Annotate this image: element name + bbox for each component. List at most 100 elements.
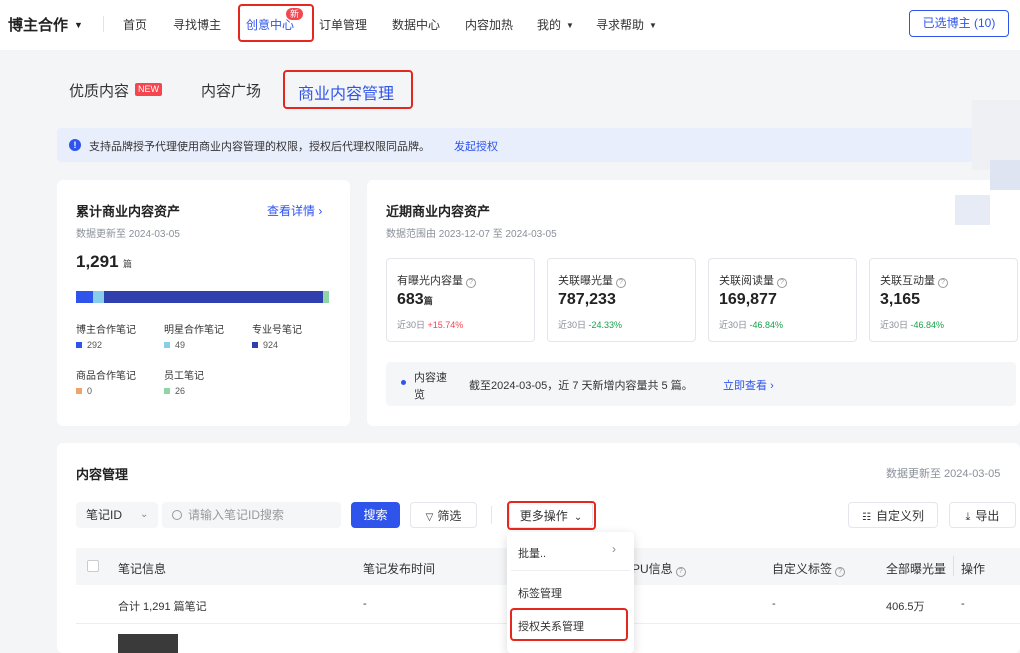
view-now-label: 立即查看 [723,380,767,392]
col-custom-tag-label: 自定义标签 [772,562,833,576]
more-actions-button[interactable]: 更多操作 ⌄ [509,502,593,528]
column-divider [953,556,954,576]
bar-segment-star [93,291,104,303]
help-icon[interactable]: ? [835,567,846,577]
caret-down-icon: ▼ [566,21,574,30]
menu-item-authorization-management[interactable]: 授权关系管理 [518,618,584,634]
summary-exposure: 406.5万 [886,601,925,613]
export-label: 导出 [975,509,1000,523]
speed-label-2: 览 [414,389,425,401]
metric-label-text: 关联曝光量 [558,275,613,287]
metric-change-prefix: 近30日 [558,320,587,330]
info-icon: ! [69,139,81,151]
legend-label-blogger: 博主合作笔记 [76,325,136,336]
info-text: 支持品牌授予代理使用商业内容管理的权限，授权后代理权限同品牌。 [89,141,430,153]
nav-orders[interactable]: 订单管理 [319,16,367,33]
help-icon[interactable]: ? [675,567,686,577]
help-icon[interactable]: ? [466,278,476,288]
selected-bloggers-button[interactable]: 已选博主 (10) [909,10,1009,37]
caret-down-icon: ▼ [74,20,83,30]
legend-label-star: 明星合作笔记 [164,325,224,336]
chevron-right-icon: › [318,204,323,218]
metric-label: 关联阅读量? [719,272,787,288]
metric-label: 有曝光内容量? [397,272,476,288]
speed-text: 截至2024-03-05，近 7 天新增内容量共 5 篇。 [469,380,693,392]
metric-change-value: -46.84% [910,320,945,330]
filter-button[interactable]: ▽ 筛选 [410,502,477,528]
legend-value-product: 0 [76,386,92,396]
chevron-down-icon: ⌄ [140,509,149,520]
chevron-right-icon: › [612,542,616,556]
metric-value: 3,165 [880,291,921,308]
legend-value: 26 [175,386,186,396]
view-now-link[interactable]: 立即查看 › [723,377,774,393]
summary-tag: - [772,598,776,610]
note-id-search-input[interactable]: 请输入笔记ID搜索 [162,502,341,528]
metric-card-reads: 关联阅读量? 169,877 近30日 -46.84% [708,258,857,342]
legend-label-pro: 专业号笔记 [252,325,302,336]
cumulative-total-wrap: 1,291 篇 [76,252,132,272]
metric-value: 683 [397,291,424,308]
col-total-exposure[interactable]: 全部曝光量 [886,560,946,577]
recent-range: 数据范围由 2023-12-07 至 2024-03-05 [386,229,557,240]
search-button[interactable]: 搜索 [351,502,400,528]
bar-segment-blogger [76,291,93,303]
tab-content-square[interactable]: 内容广场 [201,80,261,101]
new-tag: NEW [135,83,162,96]
metric-change: 近30日 -46.84% [719,318,783,331]
chevron-right-icon: › [770,380,774,392]
col-custom-tag: 自定义标签? [772,560,846,577]
legend-value: 924 [263,340,279,350]
id-type-select[interactable]: 笔记ID ⌄ [76,502,158,528]
help-icon[interactable]: ? [938,278,948,288]
help-icon[interactable]: ? [616,278,626,288]
select-all-checkbox[interactable] [87,560,99,572]
nav-creative-center[interactable]: 创意中心 [246,16,294,33]
metric-label-text: 关联互动量 [880,275,935,287]
note-thumbnail[interactable] [118,634,178,653]
nav-find-blogger[interactable]: 寻找博主 [173,16,221,33]
columns-icon: ☷ [862,512,871,523]
start-authorization-link[interactable]: 发起授权 [454,138,498,154]
menu-item-batch[interactable]: 批量.. [518,545,546,561]
metric-label-text: 关联阅读量 [719,275,774,287]
nav-content-boost[interactable]: 内容加热 [465,16,513,33]
bar-segment-pro [104,291,323,303]
export-button[interactable]: ⤓ 导出 [949,502,1016,528]
legend-value-star: 49 [164,340,185,350]
nav-data-center[interactable]: 数据中心 [392,16,440,33]
toolbar-divider [491,506,492,524]
filter-icon: ▽ [425,512,434,523]
legend-label-employee: 员工笔记 [164,371,204,382]
view-details-link[interactable]: 查看详情 › [267,202,322,219]
tab-quality-content[interactable]: 优质内容 [69,80,129,101]
metric-unit: 篇 [423,296,433,306]
metric-change: 近30日 -46.84% [880,318,944,331]
menu-divider [511,570,630,571]
download-icon: ⤓ [965,511,971,523]
col-pu-info: PU信息? [632,560,686,577]
metric-label: 关联互动量? [880,272,948,288]
legend-value-blogger: 292 [76,340,102,350]
nav-mine[interactable]: 我的 ▼ [537,16,574,33]
filter-label: 筛选 [437,509,462,523]
legend-swatch [76,342,82,348]
search-placeholder: 请输入笔记ID搜索 [188,508,285,522]
custom-columns-button[interactable]: ☷ 自定义列 [848,502,938,528]
cumulative-updated: 数据更新至 2024-03-05 [76,229,180,240]
legend-swatch [164,342,170,348]
brand-menu[interactable]: 博主合作 ▼ [8,14,83,35]
legend-value: 0 [87,386,93,396]
nav-help[interactable]: 寻求帮助 ▼ [596,16,657,33]
legend-swatch [164,388,170,394]
metric-value: 787,233 [558,291,616,308]
col-note-info: 笔记信息 [118,562,167,576]
menu-item-tag-management[interactable]: 标签管理 [518,585,562,601]
metric-value-wrap: 683篇 [397,291,433,309]
nav-help-label: 寻求帮助 [596,18,645,32]
nav-home[interactable]: 首页 [123,16,147,33]
help-icon[interactable]: ? [777,278,787,288]
metric-change-prefix: 近30日 [397,320,426,330]
legend-value-pro: 924 [252,340,278,350]
tab-commercial-content[interactable]: 商业内容管理 [298,80,394,104]
